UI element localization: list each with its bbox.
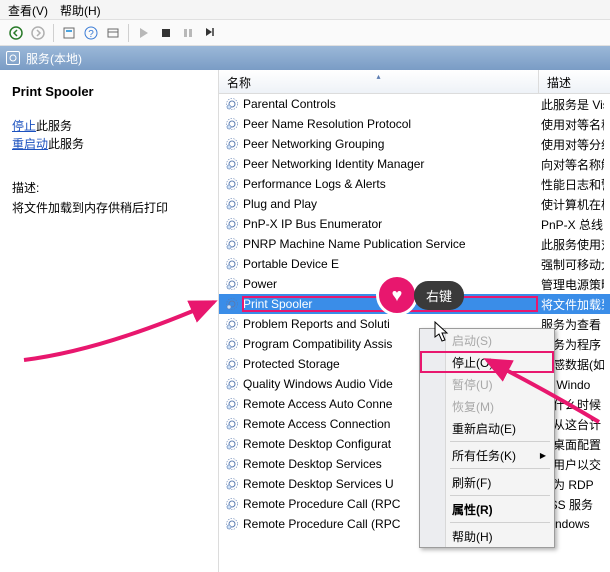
service-name: Parental Controls — [243, 97, 537, 111]
menu-bar: 查看(V) 帮助(H) — [0, 0, 610, 20]
gear-icon — [225, 377, 239, 391]
gear-icon — [225, 277, 239, 291]
service-name-heading: Print Spooler — [12, 84, 206, 99]
ctx-help[interactable]: 帮助(H) — [420, 525, 554, 547]
ctx-properties[interactable]: 属性(R) — [420, 498, 554, 520]
column-header-desc[interactable]: 描述 — [539, 70, 610, 93]
properties-icon[interactable] — [59, 23, 79, 43]
stop-link[interactable]: 停止 — [12, 119, 36, 133]
service-row[interactable]: Parental Controls 此服务是 Vis — [219, 94, 610, 114]
gear-icon — [225, 117, 239, 131]
menu-view[interactable]: 查看(V) — [8, 2, 48, 17]
help-icon[interactable]: ? — [81, 23, 101, 43]
toolbar: ? — [0, 20, 610, 46]
svg-text:?: ? — [88, 29, 94, 40]
ctx-start: 启动(S) — [420, 329, 554, 351]
gear-icon — [225, 237, 239, 251]
gear-icon — [225, 197, 239, 211]
action-icon[interactable] — [103, 23, 123, 43]
pause-icon[interactable] — [178, 23, 198, 43]
desc-text: 将文件加载到内存供稍后打印 — [12, 200, 206, 216]
ctx-all-tasks[interactable]: 所有任务(K) — [420, 444, 554, 466]
gear-icon — [225, 437, 239, 451]
ctx-refresh[interactable]: 刷新(F) — [420, 471, 554, 493]
service-row[interactable]: Print Spooler 将文件加载到 — [219, 294, 610, 314]
ctx-restart[interactable]: 重新启动(E) — [420, 417, 554, 439]
restart-icon[interactable] — [200, 23, 220, 43]
gear-icon — [225, 357, 239, 371]
service-name: Portable Device E — [243, 257, 537, 271]
gear-icon — [225, 517, 239, 531]
service-row[interactable]: Peer Networking Grouping 使用对等分组 — [219, 134, 610, 154]
gear-icon — [225, 477, 239, 491]
service-row[interactable]: Performance Logs & Alerts 性能日志和警 — [219, 174, 610, 194]
service-row[interactable]: PnP-X IP Bus Enumerator PnP-X 总线 — [219, 214, 610, 234]
service-row[interactable]: Peer Name Resolution Protocol 使用对等名称 — [219, 114, 610, 134]
service-name: PnP-X IP Bus Enumerator — [243, 217, 537, 231]
panel-title: 服务(本地) — [26, 50, 82, 67]
service-row[interactable]: Power 管理电源策略 — [219, 274, 610, 294]
service-desc: 使用对等名称 — [541, 116, 604, 133]
back-icon[interactable] — [6, 23, 26, 43]
service-name: Peer Networking Identity Manager — [243, 157, 537, 171]
service-desc: 强制可移动大 — [541, 256, 604, 273]
gear-icon — [225, 137, 239, 151]
gear-icon — [225, 157, 239, 171]
service-desc: 使计算机在极 — [541, 196, 604, 213]
gear-icon — [225, 257, 239, 271]
gear-icon — [225, 417, 239, 431]
service-desc: 管理电源策略 — [541, 276, 604, 293]
panel-header: 服务(本地) — [0, 46, 610, 70]
service-name: Peer Networking Grouping — [243, 137, 537, 151]
service-row[interactable]: PNRP Machine Name Publication Service 此服… — [219, 234, 610, 254]
gear-icon — [225, 497, 239, 511]
service-name: Performance Logs & Alerts — [243, 177, 537, 191]
gear-icon — [225, 397, 239, 411]
service-name: Print Spooler — [243, 297, 537, 311]
service-name: PNRP Machine Name Publication Service — [243, 237, 537, 251]
ctx-stop[interactable]: 停止(O) — [420, 351, 554, 373]
sort-indicator-icon: ▴ — [376, 72, 380, 81]
service-name: Plug and Play — [243, 197, 537, 211]
gear-icon — [225, 97, 239, 111]
service-name: Power — [243, 277, 537, 291]
gear-icon — [225, 177, 239, 191]
service-desc: 使用对等分组 — [541, 136, 604, 153]
service-desc: 性能日志和警 — [541, 176, 604, 193]
gear-icon — [225, 457, 239, 471]
stop-icon[interactable] — [156, 23, 176, 43]
desc-label: 描述: — [12, 179, 206, 196]
service-row[interactable]: Portable Device E 强制可移动大 — [219, 254, 610, 274]
gear-icon — [225, 217, 239, 231]
service-name: Peer Name Resolution Protocol — [243, 117, 537, 131]
play-icon[interactable] — [134, 23, 154, 43]
services-icon — [6, 51, 20, 65]
service-row[interactable]: Peer Networking Identity Manager 向对等名称解 — [219, 154, 610, 174]
context-menu: 启动(S) 停止(O) 暂停(U) 恢复(M) 重新启动(E) 所有任务(K) … — [419, 328, 555, 548]
gear-icon — [225, 337, 239, 351]
ctx-pause: 暂停(U) — [420, 373, 554, 395]
gear-icon — [225, 297, 239, 311]
service-desc: PnP-X 总线 — [541, 216, 604, 233]
detail-panel: Print Spooler 停止此服务 重启动此服务 描述: 将文件加载到内存供… — [0, 70, 218, 572]
forward-icon[interactable] — [28, 23, 48, 43]
service-desc: 此服务使用对 — [541, 236, 604, 253]
restart-link[interactable]: 重启动 — [12, 137, 48, 151]
service-desc: 此服务是 Vis — [541, 96, 604, 113]
column-header-name[interactable]: ▴ 名称 — [219, 70, 539, 93]
service-desc: 向对等名称解 — [541, 156, 604, 173]
gear-icon — [225, 317, 239, 331]
ctx-resume: 恢复(M) — [420, 395, 554, 417]
service-desc: 将文件加载到 — [541, 296, 604, 313]
service-row[interactable]: Plug and Play 使计算机在极 — [219, 194, 610, 214]
menu-help[interactable]: 帮助(H) — [60, 2, 101, 17]
